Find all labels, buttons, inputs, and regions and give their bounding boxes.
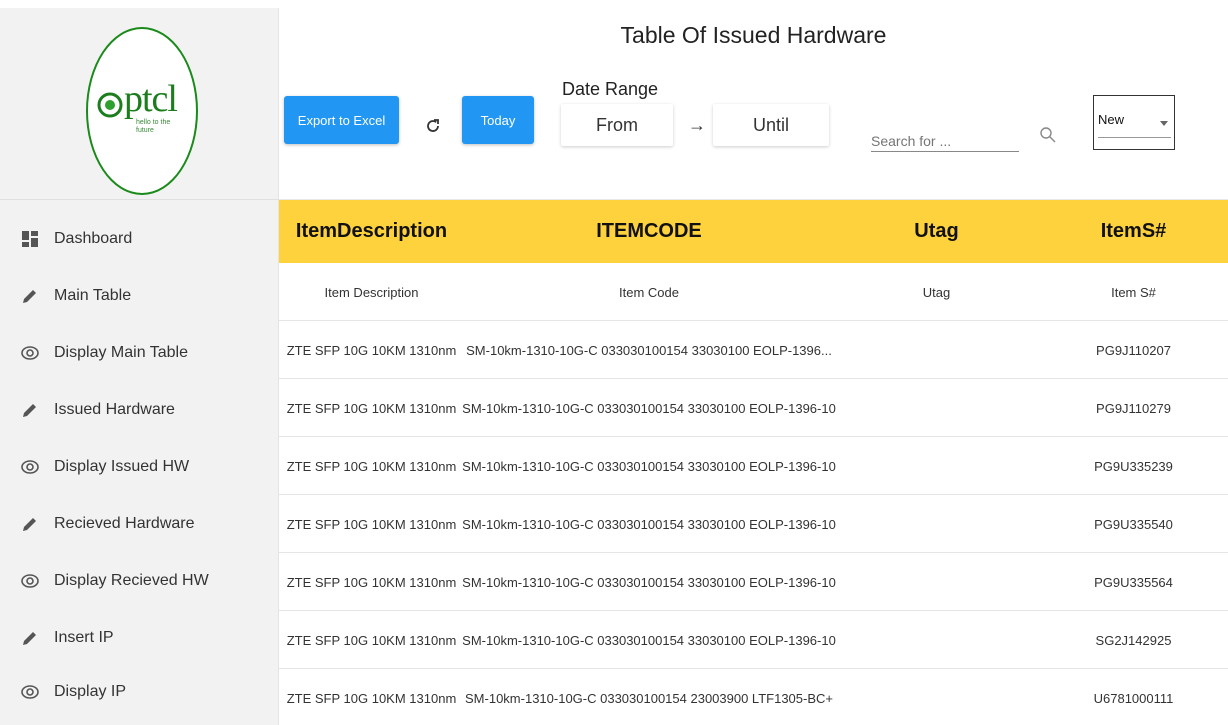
table-row[interactable]: ZTE SFP 10G 10KM 1310nm SM-10km-1310-10G… <box>279 611 1228 669</box>
chevron-down-icon <box>1160 121 1168 126</box>
table-header: ItemDescription ITEMCODE Utag ItemS# <box>279 200 1228 263</box>
column-header-item-description[interactable]: ItemDescription <box>279 200 464 263</box>
cell-item-description: ZTE SFP 10G 10KM 1310nm <box>286 400 457 416</box>
cell-utag <box>834 553 1039 611</box>
sidebar-item-label: Display Recieved HW <box>54 571 209 589</box>
select-underline <box>1098 137 1171 138</box>
refresh-icon[interactable] <box>424 117 442 135</box>
cell-item-serial: PG9U335239 <box>1094 458 1173 474</box>
cell-item-description: ZTE SFP 10G 10KM 1310nm <box>286 690 457 706</box>
until-date-field[interactable]: Until <box>713 104 829 146</box>
cell-utag <box>834 495 1039 553</box>
cell-item-code: SM-10km-1310-10G-C 033030100154 33030100… <box>462 400 836 416</box>
page-title: Table Of Issued Hardware <box>620 22 887 48</box>
cell-utag <box>834 669 1039 725</box>
column-header-utag[interactable]: Utag <box>834 200 1039 263</box>
search-icon[interactable] <box>1039 126 1057 144</box>
main-content: Table Of Issued Hardware Export to Excel… <box>279 8 1228 725</box>
eye-icon <box>20 682 40 702</box>
sidebar-item-label: Display Issued HW <box>54 457 190 475</box>
sidebar-item-label: Recieved Hardware <box>54 514 195 532</box>
sidebar-item-label: Display IP <box>54 682 127 700</box>
sidebar-item-dashboard[interactable]: Dashboard <box>0 210 279 267</box>
sidebar-item-issued-hardware[interactable]: Issued Hardware <box>0 381 279 438</box>
sidebar: ptcl hello to the future Dashboard Main … <box>0 8 279 725</box>
cell-item-code: SM-10km-1310-10G-C 033030100154 33030100… <box>462 632 836 648</box>
cell-item-code: SM-10km-1310-10G-C 033030100154 33030100… <box>466 342 832 358</box>
sidebar-item-insert-ip[interactable]: Insert IP <box>0 609 279 666</box>
cell-item-serial: PG9U335540 <box>1094 516 1173 532</box>
sidebar-item-display-main-table[interactable]: Display Main Table <box>0 324 279 381</box>
eye-icon <box>20 343 40 363</box>
pencil-icon <box>20 628 40 648</box>
sidebar-item-display-ip[interactable]: Display IP <box>0 663 279 720</box>
cell-item-description: ZTE SFP 10G 10KM 1310nm <box>286 632 457 648</box>
cell-item-description: ZTE SFP 10G 10KM 1310nm <box>286 516 457 532</box>
today-button[interactable]: Today <box>462 96 534 144</box>
export-excel-button[interactable]: Export to Excel <box>284 96 399 144</box>
filter-item-serial[interactable]: Item S# <box>1039 263 1228 321</box>
cell-item-serial: SG2J142925 <box>1095 632 1172 648</box>
table-row[interactable]: ZTE SFP 10G 10KM 1310nm SM-10km-1310-10G… <box>279 669 1228 725</box>
status-select-value: New <box>1098 112 1125 127</box>
arrow-right-icon: → <box>688 115 706 135</box>
eye-icon <box>20 457 40 477</box>
cell-item-serial: PG9J110207 <box>1096 342 1171 358</box>
date-range-label: Date Range <box>562 79 659 99</box>
pencil-icon <box>20 400 40 420</box>
cell-item-code: SM-10km-1310-10G-C 033030100154 33030100… <box>462 458 836 474</box>
sidebar-item-label: Insert IP <box>54 628 114 646</box>
cell-item-description: ZTE SFP 10G 10KM 1310nm <box>286 458 457 474</box>
cell-utag <box>834 437 1039 495</box>
header-toolbar: Table Of Issued Hardware Export to Excel… <box>279 8 1228 200</box>
dashboard-icon <box>20 229 40 249</box>
search-input[interactable] <box>871 124 1019 152</box>
cell-item-serial: U6781000111 <box>1093 690 1174 706</box>
sidebar-item-display-recieved-hw[interactable]: Display Recieved HW <box>0 552 279 609</box>
sidebar-item-label: Display Main Table <box>54 343 188 361</box>
sidebar-item-recieved-hardware[interactable]: Recieved Hardware <box>0 495 279 552</box>
logo-tagline: hello to the future <box>136 119 171 134</box>
pencil-icon <box>20 286 40 306</box>
sidebar-item-display-issued-hw[interactable]: Display Issued HW <box>0 438 279 495</box>
table-row[interactable]: ZTE SFP 10G 10KM 1310nm SM-10km-1310-10G… <box>279 437 1228 495</box>
filter-utag[interactable]: Utag <box>834 263 1039 321</box>
sidebar-item-label: Dashboard <box>54 229 133 247</box>
cell-item-code: SM-10km-1310-10G-C 033030100154 33030100… <box>462 516 836 532</box>
column-header-itemcode[interactable]: ITEMCODE <box>464 200 834 263</box>
filter-row: Item Description Item Code Utag Item S# <box>279 263 1228 321</box>
filter-item-code[interactable]: Item Code <box>464 263 834 321</box>
cell-item-code: SM-10km-1310-10G-C 033030100154 23003900… <box>465 690 833 706</box>
cell-item-code: SM-10km-1310-10G-C 033030100154 33030100… <box>462 574 836 590</box>
table-row[interactable]: ZTE SFP 10G 10KM 1310nm SM-10km-1310-10G… <box>279 495 1228 553</box>
cell-utag <box>834 611 1039 669</box>
table-row[interactable]: ZTE SFP 10G 10KM 1310nm SM-10km-1310-10G… <box>279 553 1228 611</box>
sidebar-item-main-table[interactable]: Main Table <box>0 267 279 324</box>
table-row[interactable]: ZTE SFP 10G 10KM 1310nm SM-10km-1310-10G… <box>279 321 1228 379</box>
logo-text: ptcl <box>124 78 178 120</box>
cell-item-serial: PG9J110279 <box>1096 400 1171 416</box>
eye-icon <box>20 571 40 591</box>
table-row[interactable]: ZTE SFP 10G 10KM 1310nm SM-10km-1310-10G… <box>279 379 1228 437</box>
logo-area: ptcl hello to the future <box>0 8 279 200</box>
sidebar-item-label: Issued Hardware <box>54 400 175 418</box>
status-select[interactable]: New <box>1093 95 1175 150</box>
cell-utag <box>834 321 1039 379</box>
cell-item-serial: PG9U335564 <box>1094 574 1173 590</box>
ptcl-logo: ptcl hello to the future <box>86 27 198 195</box>
from-date-field[interactable]: From <box>561 104 673 146</box>
cell-item-description: ZTE SFP 10G 10KM 1310nm <box>286 574 457 590</box>
filter-item-description[interactable]: Item Description <box>279 263 464 321</box>
sidebar-item-label: Main Table <box>54 286 132 304</box>
pencil-icon <box>20 514 40 534</box>
cell-item-description: ZTE SFP 10G 10KM 1310nm <box>286 342 457 358</box>
column-header-item-serial[interactable]: ItemS# <box>1039 200 1228 263</box>
cell-utag <box>834 379 1039 437</box>
